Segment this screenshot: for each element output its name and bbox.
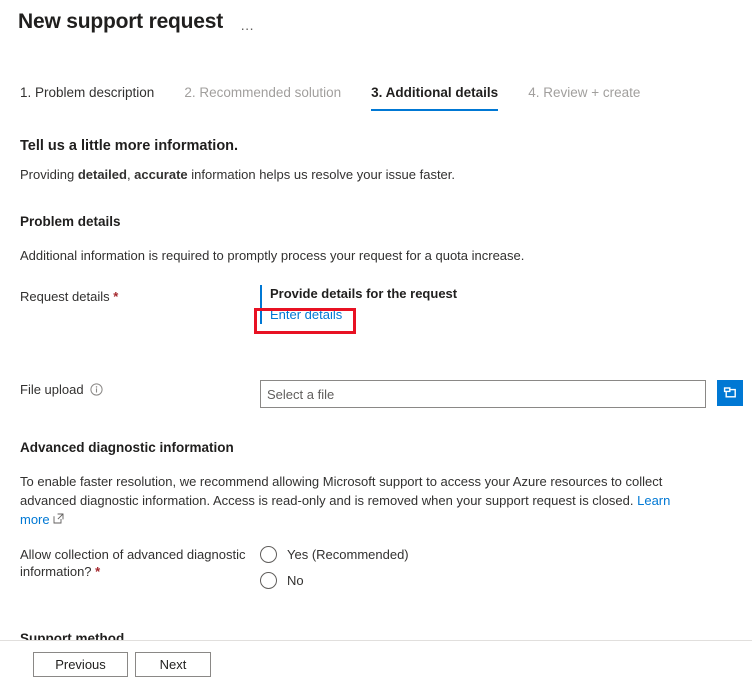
wizard-footer: Previous Next xyxy=(0,640,752,688)
radio-option-yes[interactable]: Yes (Recommended) xyxy=(260,546,732,563)
browse-file-button[interactable] xyxy=(717,380,743,406)
request-details-block: Provide details for the request Enter de… xyxy=(260,285,732,324)
radio-label-yes: Yes (Recommended) xyxy=(287,547,409,562)
folder-icon xyxy=(723,387,736,398)
file-upload-label-text: File upload xyxy=(20,382,84,397)
wizard-tabs: 1. Problem description 2. Recommended so… xyxy=(0,81,752,111)
file-upload-row: File upload xyxy=(20,380,743,408)
file-upload-label: File upload xyxy=(20,380,260,400)
file-upload-field xyxy=(260,380,743,408)
tab-recommended-solution: 2. Recommended solution xyxy=(184,85,342,100)
info-icon[interactable] xyxy=(90,383,103,400)
request-details-row: Request details * Provide details for th… xyxy=(20,285,732,334)
page-title: New support request xyxy=(18,10,224,33)
diagnostic-consent-options: Yes (Recommended) No xyxy=(260,546,732,598)
radio-circle-no[interactable] xyxy=(260,572,277,589)
request-details-field: Provide details for the request Enter de… xyxy=(254,285,732,334)
intro-sub-bold-detailed: detailed xyxy=(77,167,127,182)
request-details-label-text: Request details xyxy=(20,289,110,304)
diagnostic-consent-label: Allow collection of advanced diagnostic … xyxy=(20,546,260,580)
intro-heading: Tell us a little more information. xyxy=(20,138,239,154)
external-link-icon xyxy=(53,510,64,529)
advanced-diagnostic-heading: Advanced diagnostic information xyxy=(20,440,234,455)
provide-details-title: Provide details for the request xyxy=(270,286,458,301)
diagnostic-consent-label-text: Allow collection of advanced diagnostic … xyxy=(20,547,246,579)
footer-button-group: Previous Next xyxy=(0,641,752,677)
advanced-diagnostic-paragraph: To enable faster resolution, we recommen… xyxy=(20,472,700,529)
ellipsis-menu-icon[interactable]: … xyxy=(240,18,255,32)
previous-button[interactable]: Previous xyxy=(33,652,128,677)
problem-details-heading: Problem details xyxy=(20,214,121,229)
form-content: Tell us a little more information. Provi… xyxy=(0,138,752,646)
intro-sub-prefix: Providing xyxy=(20,167,78,182)
request-details-label: Request details * xyxy=(20,287,260,305)
tab-review-create: 4. Review + create xyxy=(528,85,641,100)
intro-subtext: Providing detailed, accurate information… xyxy=(20,167,732,182)
required-asterisk-diagnostic: * xyxy=(95,564,101,579)
file-upload-controls xyxy=(260,380,743,408)
problem-details-description: Additional information is required to pr… xyxy=(20,248,525,263)
enter-details-link[interactable]: Enter details xyxy=(270,306,342,324)
tab-additional-details[interactable]: 3. Additional details xyxy=(371,85,499,111)
page-header: New support request … xyxy=(0,0,752,40)
intro-sub-suffix: information helps us resolve your issue … xyxy=(187,167,456,182)
radio-circle-yes[interactable] xyxy=(260,546,277,563)
required-asterisk: * xyxy=(113,289,119,304)
radio-option-no[interactable]: No xyxy=(260,572,732,589)
diagnostic-consent-row: Allow collection of advanced diagnostic … xyxy=(20,546,732,598)
radio-label-no: No xyxy=(287,573,304,588)
tab-problem-description[interactable]: 1. Problem description xyxy=(20,85,154,111)
advanced-paragraph-text: To enable faster resolution, we recommen… xyxy=(20,474,663,508)
intro-sub-bold-accurate: accurate xyxy=(134,167,188,182)
next-button[interactable]: Next xyxy=(135,652,211,677)
file-path-input[interactable] xyxy=(260,380,706,408)
